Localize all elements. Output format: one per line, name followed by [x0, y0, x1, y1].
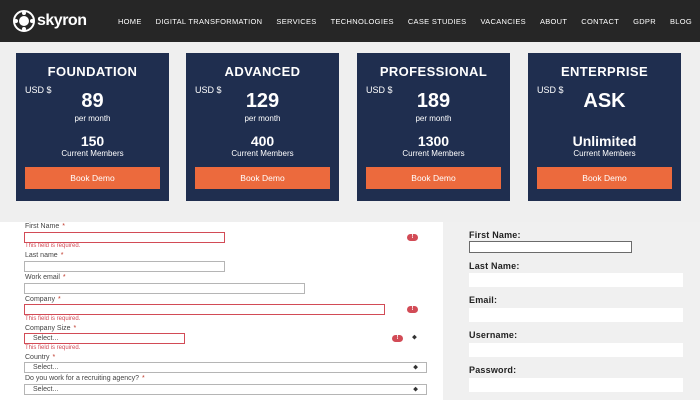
plan-members-label: Current Members [61, 149, 124, 158]
plan-price: 89 [81, 90, 104, 112]
side-last-name-input[interactable] [469, 273, 683, 287]
error-icon: ! [407, 306, 418, 313]
side-first-name-input[interactable] [469, 241, 632, 253]
nav-vacancies[interactable]: VACANCIES [480, 17, 526, 26]
logo-text: skyron [37, 12, 87, 29]
pricing-section: FOUNDATION USD $ 89 per month 150 Curren… [0, 42, 700, 222]
company-size-value: Select... [33, 335, 59, 342]
side-email-input[interactable] [469, 308, 683, 322]
side-password-input[interactable] [469, 378, 683, 392]
error-icon: ! [407, 234, 418, 241]
plan-period: per month [415, 114, 452, 123]
side-password-label: Password: [469, 365, 517, 375]
logo[interactable]: skyron [13, 10, 87, 32]
side-email-label: Email: [469, 295, 498, 305]
recruiting-agency-value: Select... [33, 386, 59, 393]
side-form: First Name: Last Name: Email: Username: … [443, 222, 700, 400]
first-name-input[interactable] [24, 232, 225, 243]
plan-period: per month [74, 114, 111, 123]
company-label: Company * [25, 296, 61, 303]
plan-period: per month [244, 114, 281, 123]
side-username-label: Username: [469, 330, 518, 340]
country-value: Select... [33, 364, 59, 371]
side-last-name-label: Last Name: [469, 261, 520, 271]
plan-members: 150 [80, 133, 105, 149]
plan-members: Unlimited [572, 133, 637, 149]
company-input[interactable] [24, 304, 385, 315]
first-name-label: First Name * [25, 223, 65, 230]
nav-gdpr[interactable]: GDPR [633, 17, 656, 26]
plan-price: 189 [416, 90, 451, 112]
plan-members-label: Current Members [231, 149, 294, 158]
recruiting-agency-select[interactable]: Select... ⬥ [24, 384, 427, 395]
nav-services[interactable]: SERVICES [276, 17, 316, 26]
nav-case-studies[interactable]: CASE STUDIES [408, 17, 467, 26]
plan-title: PROFESSIONAL [379, 64, 488, 79]
plan-card-professional: PROFESSIONAL USD $ 189 per month 1300 Cu… [357, 53, 510, 201]
plan-card-advanced: ADVANCED USD $ 129 per month 400 Current… [186, 53, 339, 201]
dropdown-arrow-icon: ⬥ [413, 364, 418, 371]
plan-members-label: Current Members [402, 149, 465, 158]
plan-members: 1300 [417, 133, 450, 149]
plan-members: 400 [250, 133, 275, 149]
nav-digital-transformation[interactable]: DIGITAL TRANSFORMATION [156, 17, 263, 26]
work-email-label: Work email * [25, 274, 66, 281]
nav-about[interactable]: ABOUT [540, 17, 567, 26]
book-demo-button[interactable]: Book Demo [537, 167, 672, 189]
company-size-error: This field is required. [25, 345, 81, 351]
book-demo-button[interactable]: Book Demo [25, 167, 160, 189]
plan-title: ADVANCED [224, 64, 301, 79]
plan-price: ASK [583, 90, 626, 112]
skyron-logo-icon [13, 10, 35, 32]
company-size-select[interactable]: Select... [24, 333, 185, 344]
recruiting-agency-label: Do you work for a recruiting agency? * [25, 375, 145, 382]
company-size-label: Company Size * [25, 325, 77, 332]
dropdown-arrow-icon: ⬥ [412, 334, 417, 341]
book-demo-button[interactable]: Book Demo [195, 167, 330, 189]
nav-home[interactable]: HOME [118, 17, 142, 26]
plan-members-label: Current Members [573, 149, 636, 158]
demo-request-form: First Name * This field is required. ! La… [0, 222, 443, 400]
site-header: skyron HOME DIGITAL TRANSFORMATION SERVI… [0, 0, 700, 42]
work-email-input[interactable] [24, 283, 305, 294]
last-name-label: Last name * [25, 252, 64, 259]
side-first-name-label: First Name: [469, 230, 521, 240]
country-select[interactable]: Select... ⬥ [24, 362, 427, 373]
nav-technologies[interactable]: TECHNOLOGIES [331, 17, 394, 26]
plan-title: ENTERPRISE [560, 64, 649, 79]
book-demo-button[interactable]: Book Demo [366, 167, 501, 189]
nav-blog[interactable]: BLOG [670, 17, 692, 26]
company-error: This field is required. [25, 316, 81, 322]
error-icon: ! [392, 335, 403, 342]
plan-title: FOUNDATION [47, 64, 138, 79]
last-name-input[interactable] [24, 261, 225, 272]
first-name-error: This field is required. [25, 243, 81, 249]
plan-card-enterprise: ENTERPRISE USD $ ASK Unlimited Current M… [528, 53, 681, 201]
plan-price: 129 [245, 90, 280, 112]
dropdown-arrow-icon: ⬥ [413, 386, 418, 393]
main-nav: HOME DIGITAL TRANSFORMATION SERVICES TEC… [104, 0, 692, 42]
country-label: Country * [25, 354, 56, 361]
nav-contact[interactable]: CONTACT [581, 17, 619, 26]
side-username-input[interactable] [469, 343, 683, 357]
plan-card-foundation: FOUNDATION USD $ 89 per month 150 Curren… [16, 53, 169, 201]
